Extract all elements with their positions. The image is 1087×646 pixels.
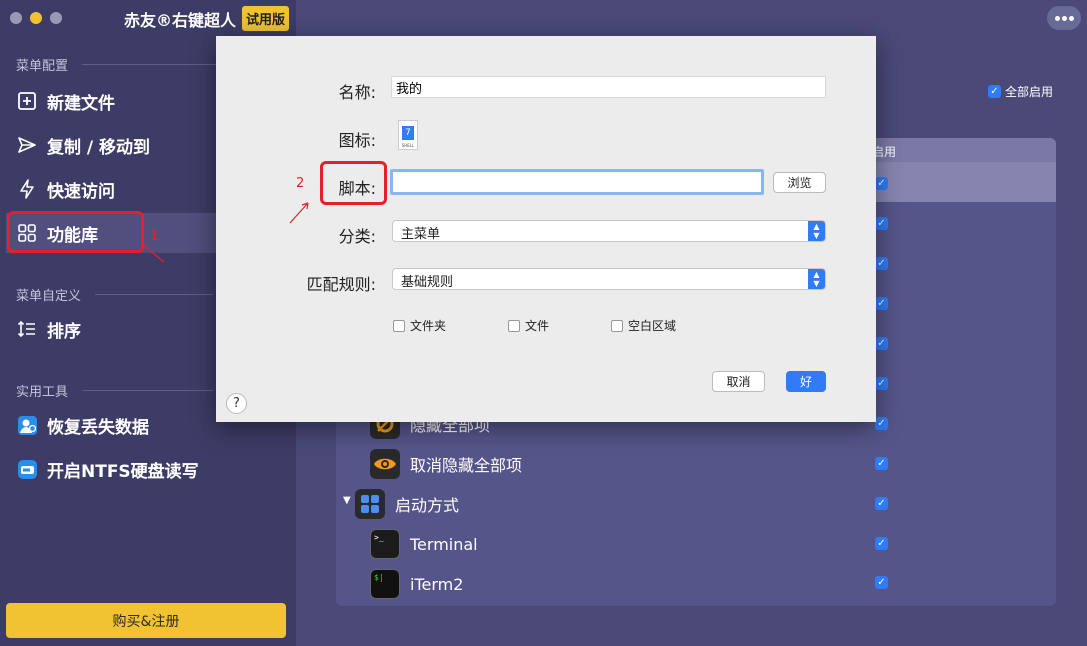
sidebar-item-label: 排序: [47, 321, 81, 342]
blank-area-option[interactable]: 空白区域: [611, 317, 676, 334]
ok-button[interactable]: 好: [786, 371, 826, 392]
row-label: iTerm2: [410, 574, 464, 594]
terminal-icon: >_: [370, 529, 400, 559]
enable-all-toggle[interactable]: ✓ 全部启用: [988, 83, 1053, 100]
annotation-arrow-2: [289, 202, 309, 224]
folder-option[interactable]: 文件夹: [393, 317, 446, 334]
section-title: 菜单配置: [16, 59, 69, 74]
sidebar-item-label: 开启NTFS硬盘读写: [47, 461, 199, 482]
sidebar-item-label: 复制 / 移动到: [47, 137, 151, 158]
annotation-highlight-2: [320, 161, 387, 205]
blank-area-checkbox[interactable]: [611, 319, 623, 332]
window-controls: [10, 12, 62, 24]
ntfs-drive-icon: [16, 458, 38, 480]
buy-register-button[interactable]: 购买&注册: [6, 603, 286, 638]
new-file-icon: [16, 90, 38, 112]
row-enabled-checkbox[interactable]: ✓: [875, 177, 888, 190]
file-option[interactable]: 文件: [508, 317, 549, 334]
option-label: 文件: [525, 319, 550, 333]
eye-icon: [370, 449, 400, 479]
match-rule-value: 基础规则: [401, 275, 454, 290]
lightning-icon: [16, 178, 38, 200]
more-options-button[interactable]: [1047, 6, 1081, 30]
category-select[interactable]: 主菜单 ▲ ▼: [392, 220, 826, 242]
table-row-group[interactable]: 启动方式: [355, 489, 459, 519]
enable-all-checkbox[interactable]: ✓: [988, 85, 1001, 98]
send-icon: [16, 134, 38, 156]
section-tools: 实用工具: [16, 381, 215, 400]
section-title: 实用工具: [16, 385, 69, 400]
data-recovery-icon: [16, 414, 38, 436]
sidebar-item-label: 新建文件: [47, 93, 115, 114]
app-title: 赤友®右键超人: [124, 10, 237, 30]
sidebar-item-ntfs[interactable]: 开启NTFS硬盘读写: [6, 449, 296, 489]
row-enabled-checkbox[interactable]: ✓: [875, 297, 888, 310]
stepper-arrows-icon: ▲ ▼: [808, 221, 825, 241]
script-path-field[interactable]: [390, 169, 764, 195]
section-menu-custom: 菜单自定义: [16, 285, 214, 304]
sort-icon: [16, 318, 38, 340]
sidebar-item-label: 快速访问: [47, 181, 115, 202]
cancel-button[interactable]: 取消: [712, 371, 765, 392]
table-row[interactable]: >_ Terminal: [370, 529, 478, 559]
minimize-window-button[interactable]: [30, 12, 42, 24]
zoom-window-button[interactable]: [50, 12, 62, 24]
row-label: 启动方式: [395, 496, 460, 515]
category-label: 分类:: [338, 227, 376, 246]
browse-button[interactable]: 浏览: [773, 172, 826, 193]
option-label: 空白区域: [628, 319, 677, 333]
sidebar-item-label: 恢复丢失数据: [47, 417, 149, 438]
row-enabled-checkbox[interactable]: ✓: [875, 576, 888, 589]
section-menu-config: 菜单配置: [16, 55, 227, 74]
row-enabled-checkbox[interactable]: ✓: [875, 377, 888, 390]
name-label: 名称:: [338, 83, 376, 102]
name-field[interactable]: [391, 76, 826, 98]
stepper-arrows-icon: ▲ ▼: [808, 269, 825, 289]
row-enabled-checkbox[interactable]: ✓: [875, 337, 888, 350]
match-rule-select[interactable]: 基础规则 ▲ ▼: [392, 268, 826, 290]
enable-all-label: 全部启用: [1005, 85, 1054, 99]
section-title: 菜单自定义: [16, 289, 82, 304]
icon-label: 图标:: [338, 131, 376, 150]
row-enabled-checkbox[interactable]: ✓: [875, 417, 888, 430]
disclosure-triangle-icon[interactable]: ▼: [343, 495, 351, 506]
row-enabled-checkbox[interactable]: ✓: [875, 257, 888, 270]
table-row[interactable]: $| iTerm2: [370, 569, 463, 599]
grid-icon: [355, 489, 385, 519]
app-title-bar: 赤友®右键超人 试用版: [124, 6, 290, 31]
row-label: Terminal: [410, 534, 478, 554]
annotation-number-2: 2: [296, 176, 305, 191]
category-value: 主菜单: [401, 227, 441, 242]
match-rule-label: 匹配规则:: [306, 275, 376, 294]
row-enabled-checkbox[interactable]: ✓: [875, 497, 888, 510]
folder-checkbox[interactable]: [393, 319, 405, 332]
row-label: 取消隐藏全部项: [410, 456, 523, 475]
script-dialog: 名称: 图标: 7 SHELL 脚本: 浏览 分类: 主菜单 ▲▼ 匹配规则: …: [216, 36, 876, 422]
iterm-icon: $|: [370, 569, 400, 599]
trial-badge[interactable]: 试用版: [242, 6, 290, 31]
option-label: 文件夹: [410, 319, 447, 333]
row-enabled-checkbox[interactable]: ✓: [875, 457, 888, 470]
table-row[interactable]: 取消隐藏全部项: [370, 449, 522, 479]
row-enabled-checkbox[interactable]: ✓: [875, 217, 888, 230]
close-window-button[interactable]: [10, 12, 22, 24]
annotation-highlight-1: [7, 211, 144, 253]
shell-script-icon[interactable]: 7 SHELL: [398, 120, 418, 150]
row-enabled-checkbox[interactable]: ✓: [875, 537, 888, 550]
annotation-number-1: 1: [150, 229, 159, 244]
help-button[interactable]: ?: [226, 393, 247, 414]
icon-caption: SHELL: [401, 143, 415, 148]
file-checkbox[interactable]: [508, 319, 520, 332]
